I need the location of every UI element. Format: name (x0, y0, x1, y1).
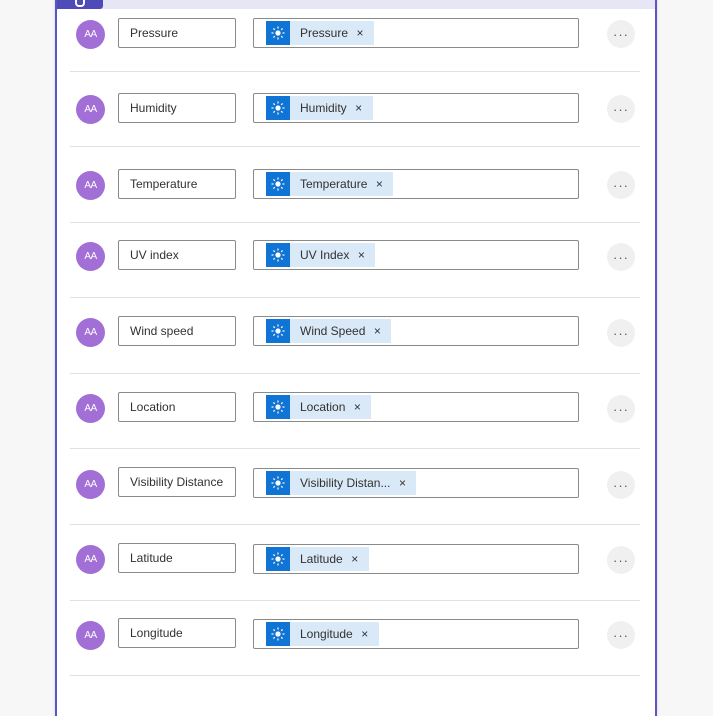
text-type-icon: AA (76, 470, 105, 499)
dynamic-content-token[interactable]: UV Index × (266, 243, 376, 267)
field-row-pressure: AA Pressure Pressure × ··· (70, 0, 640, 72)
dynamic-content-token[interactable]: Visibility Distan... × (266, 471, 417, 495)
avatar-label: AA (84, 251, 97, 262)
field-row-temperature: AA Temperature Temperature × ··· (70, 147, 640, 223)
close-icon[interactable]: × (359, 627, 371, 641)
token-label: Latitude (300, 552, 343, 566)
sun-icon (266, 172, 290, 196)
avatar-label: AA (84, 327, 97, 338)
avatar-label: AA (84, 104, 97, 115)
sun-icon (266, 21, 290, 45)
field-value-input[interactable]: Pressure × (253, 18, 579, 48)
more-options-button[interactable]: ··· (607, 546, 635, 574)
more-options-button[interactable]: ··· (607, 621, 635, 649)
field-value-input[interactable]: Latitude × (253, 544, 579, 574)
field-value-input[interactable]: Wind Speed × (253, 316, 579, 346)
field-name-input[interactable]: Temperature (118, 169, 236, 199)
sun-icon (266, 96, 290, 120)
more-options-button[interactable]: ··· (607, 471, 635, 499)
field-value-input[interactable]: Temperature × (253, 169, 579, 199)
sun-icon (266, 319, 290, 343)
avatar-label: AA (84, 554, 97, 565)
dynamic-content-token[interactable]: Temperature × (266, 172, 394, 196)
field-name-input[interactable]: Longitude (118, 618, 236, 648)
flow-action-card: AA Pressure Pressure × ··· AA Humidity H… (55, 0, 657, 716)
token-label: Visibility Distan... (300, 476, 391, 490)
avatar-label: AA (84, 403, 97, 414)
field-name-input[interactable]: Location (118, 392, 236, 422)
avatar-label: AA (84, 29, 97, 40)
avatar-label: AA (84, 630, 97, 641)
dynamic-content-token[interactable]: Longitude × (266, 622, 379, 646)
field-name-input[interactable]: Humidity (118, 93, 236, 123)
field-row-uv-index: AA UV index UV Index × ··· (70, 222, 640, 298)
field-value-input[interactable]: Visibility Distan... × (253, 468, 579, 498)
close-icon[interactable]: × (353, 101, 365, 115)
text-type-icon: AA (76, 95, 105, 124)
field-value-input[interactable]: UV Index × (253, 240, 579, 270)
text-type-icon: AA (76, 394, 105, 423)
field-name-input[interactable]: Latitude (118, 543, 236, 573)
sun-icon (266, 471, 290, 495)
close-icon[interactable]: × (349, 552, 361, 566)
field-value-input[interactable]: Location × (253, 392, 579, 422)
close-icon[interactable]: × (371, 324, 383, 338)
token-label: UV Index (300, 248, 350, 262)
avatar-label: AA (84, 479, 97, 490)
field-row-location: AA Location Location × ··· (70, 373, 640, 449)
field-row-latitude: AA Latitude Latitude × ··· (70, 525, 640, 601)
token-label: Temperature (300, 177, 368, 191)
close-icon[interactable]: × (351, 400, 363, 414)
field-name-input[interactable]: Wind speed (118, 316, 236, 346)
more-options-button[interactable]: ··· (607, 95, 635, 123)
field-name-input[interactable]: Pressure (118, 18, 236, 48)
field-row-wind-speed: AA Wind speed Wind Speed × ··· (70, 298, 640, 374)
sun-icon (266, 547, 290, 571)
field-name-input[interactable]: Visibility Distance (118, 467, 236, 497)
close-icon[interactable]: × (373, 177, 385, 191)
sun-icon (266, 622, 290, 646)
more-options-button[interactable]: ··· (607, 243, 635, 271)
token-label: Longitude (300, 627, 353, 641)
dynamic-content-token[interactable]: Pressure × (266, 21, 375, 45)
text-type-icon: AA (76, 171, 105, 200)
field-value-input[interactable]: Humidity × (253, 93, 579, 123)
more-options-button[interactable]: ··· (607, 20, 635, 48)
dynamic-content-token[interactable]: Latitude × (266, 547, 369, 571)
field-row-longitude: AA Longitude Longitude × ··· (70, 600, 640, 676)
field-row-humidity: AA Humidity Humidity × ··· (70, 71, 640, 147)
avatar-label: AA (84, 180, 97, 191)
text-type-icon: AA (76, 242, 105, 271)
text-type-icon: AA (76, 545, 105, 574)
dynamic-content-token[interactable]: Humidity × (266, 96, 373, 120)
text-type-icon: AA (76, 20, 105, 49)
field-value-input[interactable]: Longitude × (253, 619, 579, 649)
token-label: Humidity (300, 101, 347, 115)
sun-icon (266, 395, 290, 419)
dynamic-content-token[interactable]: Wind Speed × (266, 319, 392, 343)
more-options-button[interactable]: ··· (607, 395, 635, 423)
more-options-button[interactable]: ··· (607, 171, 635, 199)
dynamic-content-token[interactable]: Location × (266, 395, 372, 419)
text-type-icon: AA (76, 621, 105, 650)
close-icon[interactable]: × (354, 26, 366, 40)
token-label: Location (300, 400, 346, 414)
text-type-icon: AA (76, 318, 105, 347)
token-label: Wind Speed (300, 324, 366, 338)
close-icon[interactable]: × (355, 248, 367, 262)
close-icon[interactable]: × (396, 476, 408, 490)
token-label: Pressure (300, 26, 349, 40)
field-name-input[interactable]: UV index (118, 240, 236, 270)
field-row-visibility-distance: AA Visibility Distance Visibility Distan… (70, 449, 640, 525)
sun-icon (266, 243, 290, 267)
more-options-button[interactable]: ··· (607, 319, 635, 347)
